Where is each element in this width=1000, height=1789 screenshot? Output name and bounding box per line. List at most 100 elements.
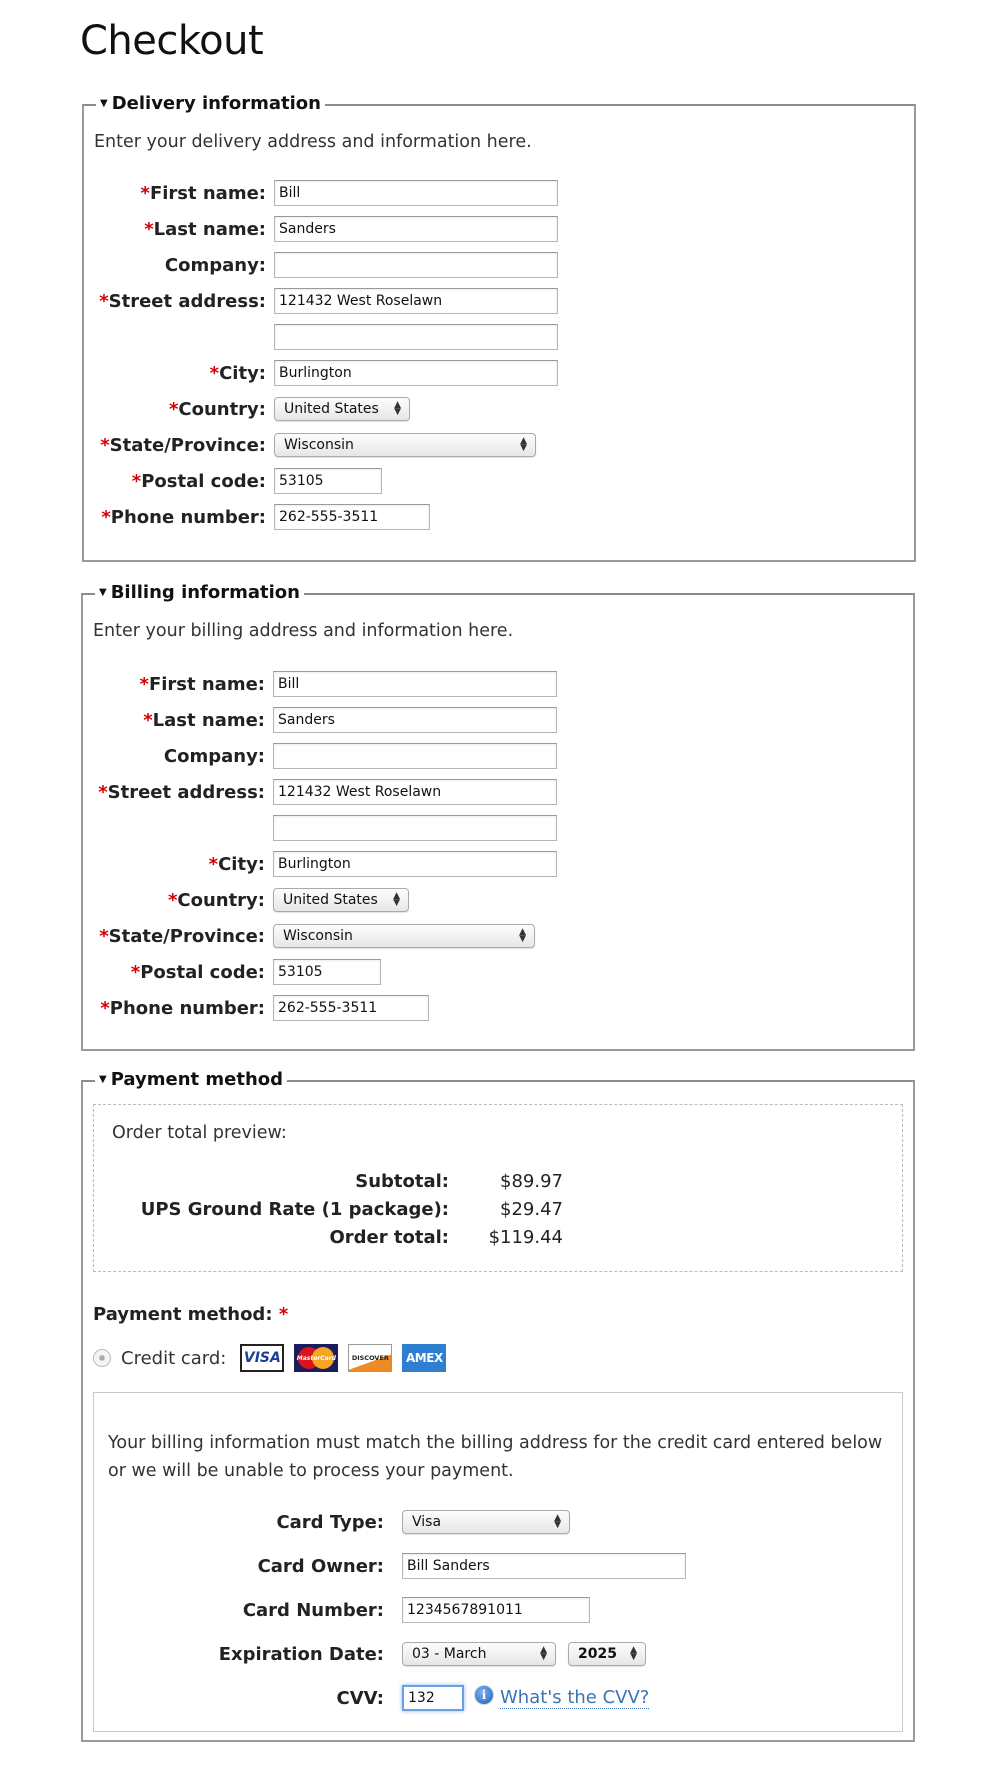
billing-first-name-row: *First name:: [83, 671, 557, 697]
billing-phone-input[interactable]: [273, 995, 429, 1021]
select-arrows-icon: ▲ ▼: [394, 400, 401, 417]
delivery-street2-row: [84, 324, 558, 350]
subtotal-value: $89.97: [500, 1170, 563, 1192]
required-marker: *: [209, 362, 220, 384]
billing-intro: Enter your billing address and informati…: [93, 621, 514, 641]
expiration-year-select[interactable]: 2025 ▲ ▼: [568, 1642, 646, 1666]
required-marker: *: [100, 434, 110, 456]
billing-fieldset: ▼ Billing information Enter your billing…: [81, 582, 915, 1051]
state-label: State/Province:: [108, 925, 265, 947]
mastercard-logo-icon: MasterCard: [294, 1344, 339, 1372]
delivery-fieldset: ▼ Delivery information Enter your delive…: [82, 93, 916, 562]
caret-down-icon: ▼: [99, 587, 107, 598]
billing-legend-toggle[interactable]: ▼ Billing information: [95, 582, 304, 603]
required-marker: *: [130, 961, 141, 983]
shipping-value: $29.47: [500, 1198, 563, 1220]
country-label: Country:: [178, 398, 266, 420]
billing-last-name-input[interactable]: [273, 707, 557, 733]
credit-card-label: Credit card:: [121, 1347, 227, 1369]
required-marker: *: [98, 781, 108, 803]
whats-the-cvv-link[interactable]: What's the CVV?: [500, 1687, 650, 1709]
required-marker: *: [101, 506, 111, 528]
delivery-last-name-input[interactable]: [274, 216, 558, 242]
info-icon[interactable]: i: [474, 1685, 494, 1705]
credit-card-radio[interactable]: [93, 1349, 111, 1367]
card-type-select[interactable]: Visa ▲ ▼: [402, 1510, 570, 1534]
order-total-label: Order total:: [329, 1226, 449, 1248]
delivery-street-row: *Street address:: [84, 288, 558, 314]
billing-postal-row: *Postal code:: [83, 959, 381, 985]
expiration-label: Expiration Date:: [218, 1643, 384, 1665]
delivery-state-row: *State/Province: Wisconsin ▲ ▼: [84, 432, 536, 458]
billing-country-select[interactable]: United States ▲ ▼: [273, 888, 409, 912]
payment-method-label: Payment method: *: [93, 1304, 289, 1325]
required-marker: *: [167, 889, 178, 911]
totals-row: UPS Ground Rate (1 package): $29.47: [94, 1195, 563, 1223]
billing-match-note: Your billing information must match the …: [108, 1433, 883, 1481]
delivery-street2-input[interactable]: [274, 324, 558, 350]
expiration-month-select[interactable]: 03 - March ▲ ▼: [402, 1642, 556, 1666]
delivery-first-name-input[interactable]: [274, 180, 558, 206]
billing-last-name-row: *Last name:: [83, 707, 557, 733]
cvv-row: CVV: i What's the CVV?: [94, 1685, 650, 1711]
first-name-label: First name:: [148, 673, 265, 695]
postal-label: Postal code:: [140, 961, 265, 983]
delivery-phone-input[interactable]: [274, 504, 430, 530]
select-arrows-icon: ▲ ▼: [393, 891, 400, 908]
billing-city-input[interactable]: [273, 851, 557, 877]
billing-company-input[interactable]: [273, 743, 557, 769]
card-owner-input[interactable]: [402, 1553, 686, 1579]
billing-postal-input[interactable]: [273, 959, 381, 985]
company-label: Company:: [164, 254, 266, 276]
phone-label: Phone number:: [110, 506, 266, 528]
required-marker: *: [144, 218, 154, 240]
page-title: Checkout: [80, 18, 264, 64]
delivery-legend-toggle[interactable]: ▼ Delivery information: [96, 93, 325, 114]
card-owner-row: Card Owner:: [94, 1553, 686, 1579]
delivery-last-name-row: *Last name:: [84, 216, 558, 242]
billing-street-row: *Street address:: [83, 779, 557, 805]
delivery-city-row: *City:: [84, 360, 558, 386]
billing-company-row: Company:: [83, 743, 557, 769]
state-label: State/Province:: [109, 434, 266, 456]
payment-legend-toggle[interactable]: ▼ Payment method: [95, 1069, 288, 1090]
delivery-street-input[interactable]: [274, 288, 558, 314]
cvv-input[interactable]: [402, 1685, 464, 1711]
order-total-preview: Order total preview: Subtotal: $89.97 UP…: [93, 1104, 903, 1272]
billing-first-name-input[interactable]: [273, 671, 557, 697]
totals-table: Subtotal: $89.97 UPS Ground Rate (1 pack…: [94, 1167, 563, 1251]
delivery-legend-label: Delivery information: [111, 93, 321, 114]
select-arrows-icon: ▲ ▼: [520, 436, 527, 453]
delivery-company-input[interactable]: [274, 252, 558, 278]
payment-legend-label: Payment method: [110, 1069, 284, 1090]
delivery-postal-input[interactable]: [274, 468, 382, 494]
card-number-input[interactable]: [402, 1597, 590, 1623]
street-label: Street address:: [107, 781, 265, 803]
required-marker: *: [278, 1304, 289, 1325]
cvv-label: CVV:: [336, 1687, 384, 1709]
credit-card-option: Credit card: VISA MasterCard DISCOVER AM…: [93, 1344, 447, 1372]
preview-title: Order total preview:: [112, 1123, 287, 1143]
totals-row: Subtotal: $89.97: [94, 1167, 563, 1195]
card-number-label: Card Number:: [242, 1599, 384, 1621]
delivery-state-select[interactable]: Wisconsin ▲ ▼: [274, 433, 536, 457]
first-name-label: First name:: [149, 182, 266, 204]
delivery-postal-row: *Postal code:: [84, 468, 382, 494]
billing-state-select[interactable]: Wisconsin ▲ ▼: [273, 924, 535, 948]
delivery-country-select[interactable]: United States ▲ ▼: [274, 397, 410, 421]
billing-legend-label: Billing information: [110, 582, 300, 603]
payment-fieldset: ▼ Payment method Order total preview: Su…: [81, 1069, 915, 1742]
billing-street2-input[interactable]: [273, 815, 557, 841]
card-type-row: Card Type: Visa ▲ ▼: [94, 1509, 570, 1535]
required-marker: *: [131, 470, 142, 492]
card-number-row: Card Number:: [94, 1597, 590, 1623]
delivery-city-input[interactable]: [274, 360, 558, 386]
required-marker: *: [99, 925, 109, 947]
billing-city-row: *City:: [83, 851, 557, 877]
billing-street-input[interactable]: [273, 779, 557, 805]
delivery-intro: Enter your delivery address and informat…: [94, 132, 532, 152]
delivery-first-name-row: *First name:: [84, 180, 558, 206]
postal-label: Postal code:: [141, 470, 266, 492]
select-arrows-icon: ▲ ▼: [554, 1513, 561, 1530]
caret-down-icon: ▼: [99, 1074, 107, 1085]
